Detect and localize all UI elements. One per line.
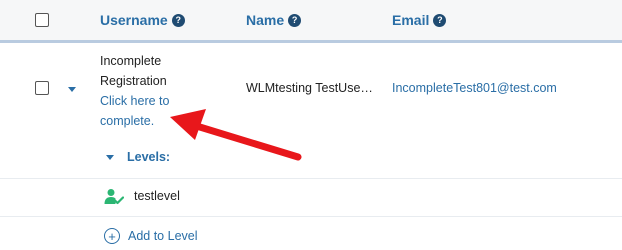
level-name: testlevel xyxy=(134,189,180,203)
levels-chevron-icon[interactable] xyxy=(106,155,114,160)
plus-circle-icon: + xyxy=(104,228,120,244)
level-list-item xyxy=(0,178,622,216)
incomplete-status-line1: Incomplete xyxy=(100,54,162,68)
email-column-header[interactable]: Email ? xyxy=(392,12,447,28)
incomplete-status-line2: Registration xyxy=(100,74,167,88)
complete-registration-link-line1[interactable]: Click here to xyxy=(100,91,195,111)
name-header-label: Name xyxy=(246,12,285,28)
expand-row-chevron-icon[interactable] xyxy=(68,87,76,92)
users-table: Username ? Name ? Email ? Incomplete Reg… xyxy=(0,0,622,250)
help-icon[interactable]: ? xyxy=(171,13,185,27)
name-cell: WLMtesting TestUse… xyxy=(246,81,373,95)
select-all-checkbox[interactable] xyxy=(35,13,49,27)
table-header: Username ? Name ? Email ? xyxy=(0,0,622,43)
add-to-level-label: Add to Level xyxy=(128,229,198,243)
username-cell: Incomplete Registration Click here to co… xyxy=(100,51,195,131)
complete-registration-link-line2[interactable]: complete. xyxy=(100,111,195,131)
divider xyxy=(0,216,622,217)
levels-section xyxy=(0,142,622,178)
help-icon[interactable]: ? xyxy=(288,13,302,27)
row-select-checkbox[interactable] xyxy=(35,81,49,95)
email-link[interactable]: IncompleteTest801@test.com xyxy=(392,81,557,95)
user-check-icon xyxy=(104,189,124,205)
help-icon[interactable]: ? xyxy=(433,13,447,27)
username-header-label: Username xyxy=(100,12,168,28)
add-to-level-button[interactable]: + Add to Level xyxy=(104,228,198,244)
username-column-header[interactable]: Username ? xyxy=(100,12,185,28)
levels-label[interactable]: Levels: xyxy=(127,150,170,164)
email-header-label: Email xyxy=(392,12,430,28)
name-column-header[interactable]: Name ? xyxy=(246,12,302,28)
